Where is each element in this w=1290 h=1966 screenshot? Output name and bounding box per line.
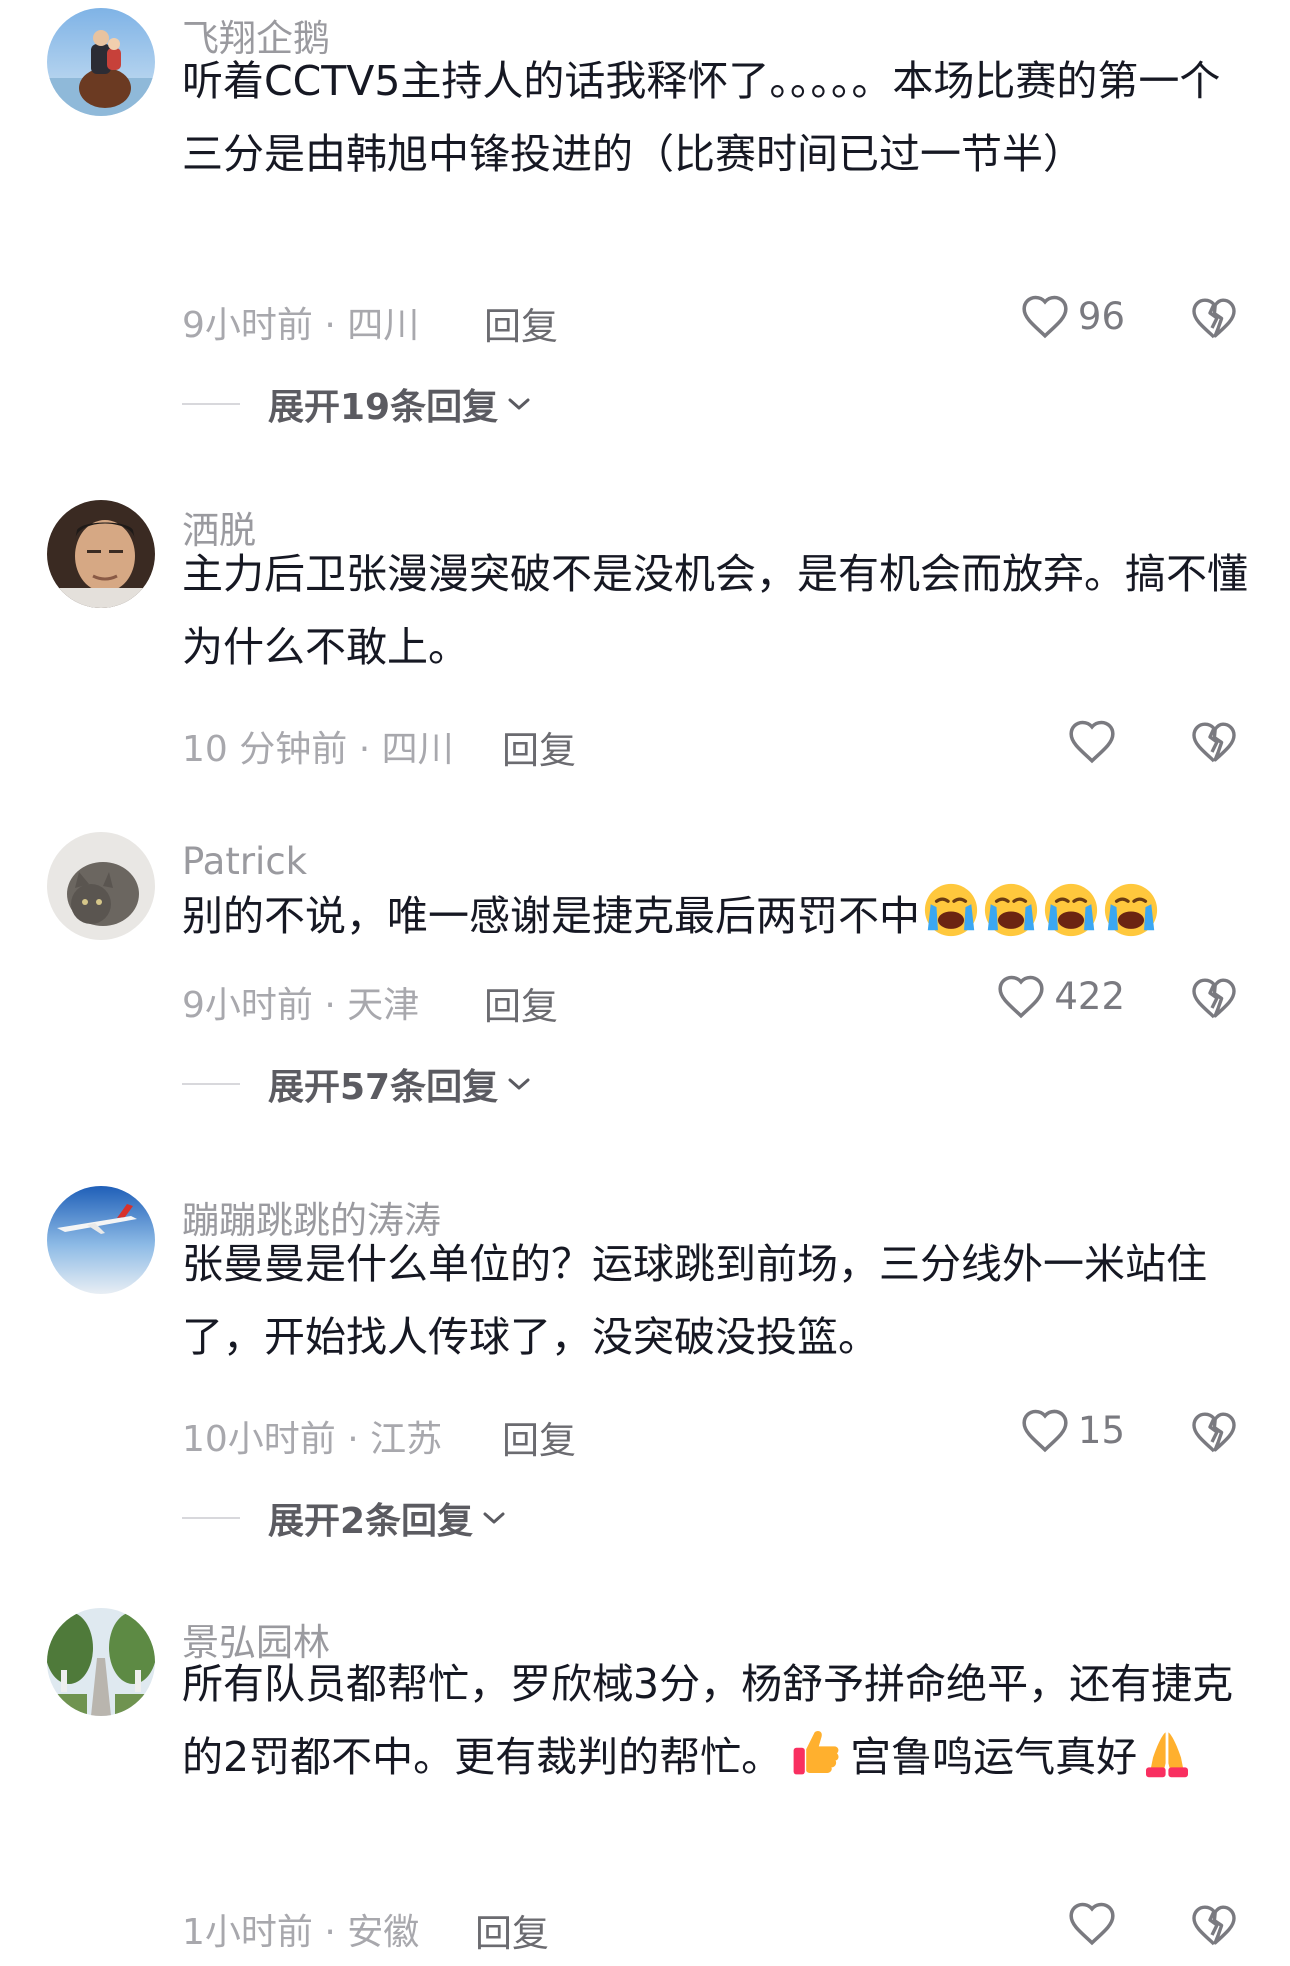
avatar[interactable] (47, 832, 155, 940)
thumbs-up-icon (788, 1724, 844, 1803)
comment-text-tail: 宫鲁鸣运气真好 (850, 1733, 1138, 1781)
comment-meta: 1小时前 · 安徽 (182, 1912, 420, 1953)
divider (182, 1083, 240, 1085)
dislike-button[interactable] (1190, 296, 1238, 344)
comment-text: 张曼曼是什么单位的？运球跳到前场，三分线外一米站住了，开始找人传球了，没突破没投… (182, 1240, 1207, 1361)
folded-hands-icon (1139, 1724, 1195, 1803)
dislike-button[interactable] (1190, 976, 1238, 1024)
comment-item: 飞翔企鹅 听着CCTV5主持人的话我释怀了。。。。。本场比赛的第一个三分是由韩旭… (0, 0, 1290, 450)
comment-text: 听着CCTV5主持人的话我释怀了。。。。。本场比赛的第一个三分是由韩旭中锋投进的… (182, 57, 1221, 178)
username[interactable]: Patrick (182, 840, 307, 883)
avatar[interactable] (47, 500, 155, 608)
heart-icon (998, 975, 1044, 1019)
dislike-button[interactable] (1190, 720, 1238, 768)
comment-meta: 10小时前 · 江苏 (182, 1419, 443, 1460)
comment-text-body: 别的不说，唯一感谢是捷克最后两罚不中 (182, 892, 920, 940)
avatar[interactable] (47, 1608, 155, 1716)
heart-icon (1022, 295, 1068, 339)
comment-text: 别的不说，唯一感谢是捷克最后两罚不中 (182, 880, 1252, 962)
like-button[interactable]: 15 (1020, 1407, 1125, 1453)
comment-item: 景弘园林 所有队员都帮忙，罗欣棫3分，杨舒予拼命绝平，还有捷克的2罚都不中。更有… (0, 1590, 1290, 1966)
broken-heart-icon (1192, 1412, 1236, 1453)
like-count: 422 (1054, 974, 1125, 1018)
avatar[interactable] (47, 8, 155, 116)
comment-text: 所有队员都帮忙，罗欣棫3分，杨舒予拼命绝平，还有捷克的2罚都不中。更有裁判的帮忙… (182, 1648, 1252, 1803)
avatar[interactable] (47, 1186, 155, 1294)
expand-label: 展开19条回复 (268, 387, 499, 428)
loudly-crying-face-icon (1102, 881, 1160, 962)
chevron-down-icon (508, 1078, 530, 1090)
comment-item: Patrick 别的不说，唯一感谢是捷克最后两罚不中 9小时前 · 天津 回复 … (0, 830, 1290, 1130)
comment-meta: 9小时前 · 天津 (182, 985, 420, 1026)
reply-button[interactable]: 回复 (484, 296, 558, 350)
comment-item: 洒脱 主力后卫张漫漫突破不是没机会，是有机会而放弃。搞不懂为什么不敢上。 10 … (0, 490, 1290, 810)
loudly-crying-face-icon (922, 881, 980, 962)
like-count: 15 (1077, 1408, 1125, 1452)
chevron-down-icon (483, 1512, 505, 1524)
chevron-down-icon (508, 398, 530, 410)
expand-replies-button[interactable]: 展开57条回复 (182, 1058, 532, 1110)
heart-icon (1022, 1409, 1068, 1453)
like-button[interactable]: 422 (996, 973, 1125, 1019)
heart-icon (1069, 720, 1115, 764)
like-button[interactable] (1067, 718, 1125, 764)
comment-text: 主力后卫张漫漫突破不是没机会，是有机会而放弃。搞不懂为什么不敢上。 (182, 550, 1248, 671)
like-button[interactable] (1067, 1900, 1125, 1946)
divider (182, 403, 240, 405)
expand-label: 展开2条回复 (268, 1501, 474, 1542)
reply-button[interactable]: 回复 (475, 1903, 549, 1957)
reply-button[interactable]: 回复 (502, 1410, 576, 1464)
broken-heart-icon (1192, 1905, 1236, 1946)
divider (182, 1517, 240, 1519)
heart-icon (1069, 1902, 1115, 1946)
reply-button[interactable]: 回复 (484, 976, 558, 1030)
dislike-button[interactable] (1190, 1903, 1238, 1951)
broken-heart-icon (1192, 722, 1236, 763)
comment-meta: 10 分钟前 · 四川 (182, 729, 454, 770)
comment-meta: 9小时前 · 四川 (182, 305, 420, 346)
like-count: 96 (1077, 294, 1125, 338)
like-button[interactable]: 96 (1020, 293, 1125, 339)
broken-heart-icon (1192, 978, 1236, 1019)
expand-replies-button[interactable]: 展开19条回复 (182, 378, 532, 430)
loudly-crying-face-icon (1042, 881, 1100, 962)
expand-replies-button[interactable]: 展开2条回复 (182, 1492, 507, 1544)
dislike-button[interactable] (1190, 1410, 1238, 1458)
reply-button[interactable]: 回复 (502, 720, 576, 774)
broken-heart-icon (1192, 298, 1236, 339)
loudly-crying-face-icon (982, 881, 1040, 962)
comment-item: 蹦蹦跳跳的涛涛 张曼曼是什么单位的？运球跳到前场，三分线外一米站住了，开始找人传… (0, 1170, 1290, 1550)
expand-label: 展开57条回复 (268, 1067, 499, 1108)
